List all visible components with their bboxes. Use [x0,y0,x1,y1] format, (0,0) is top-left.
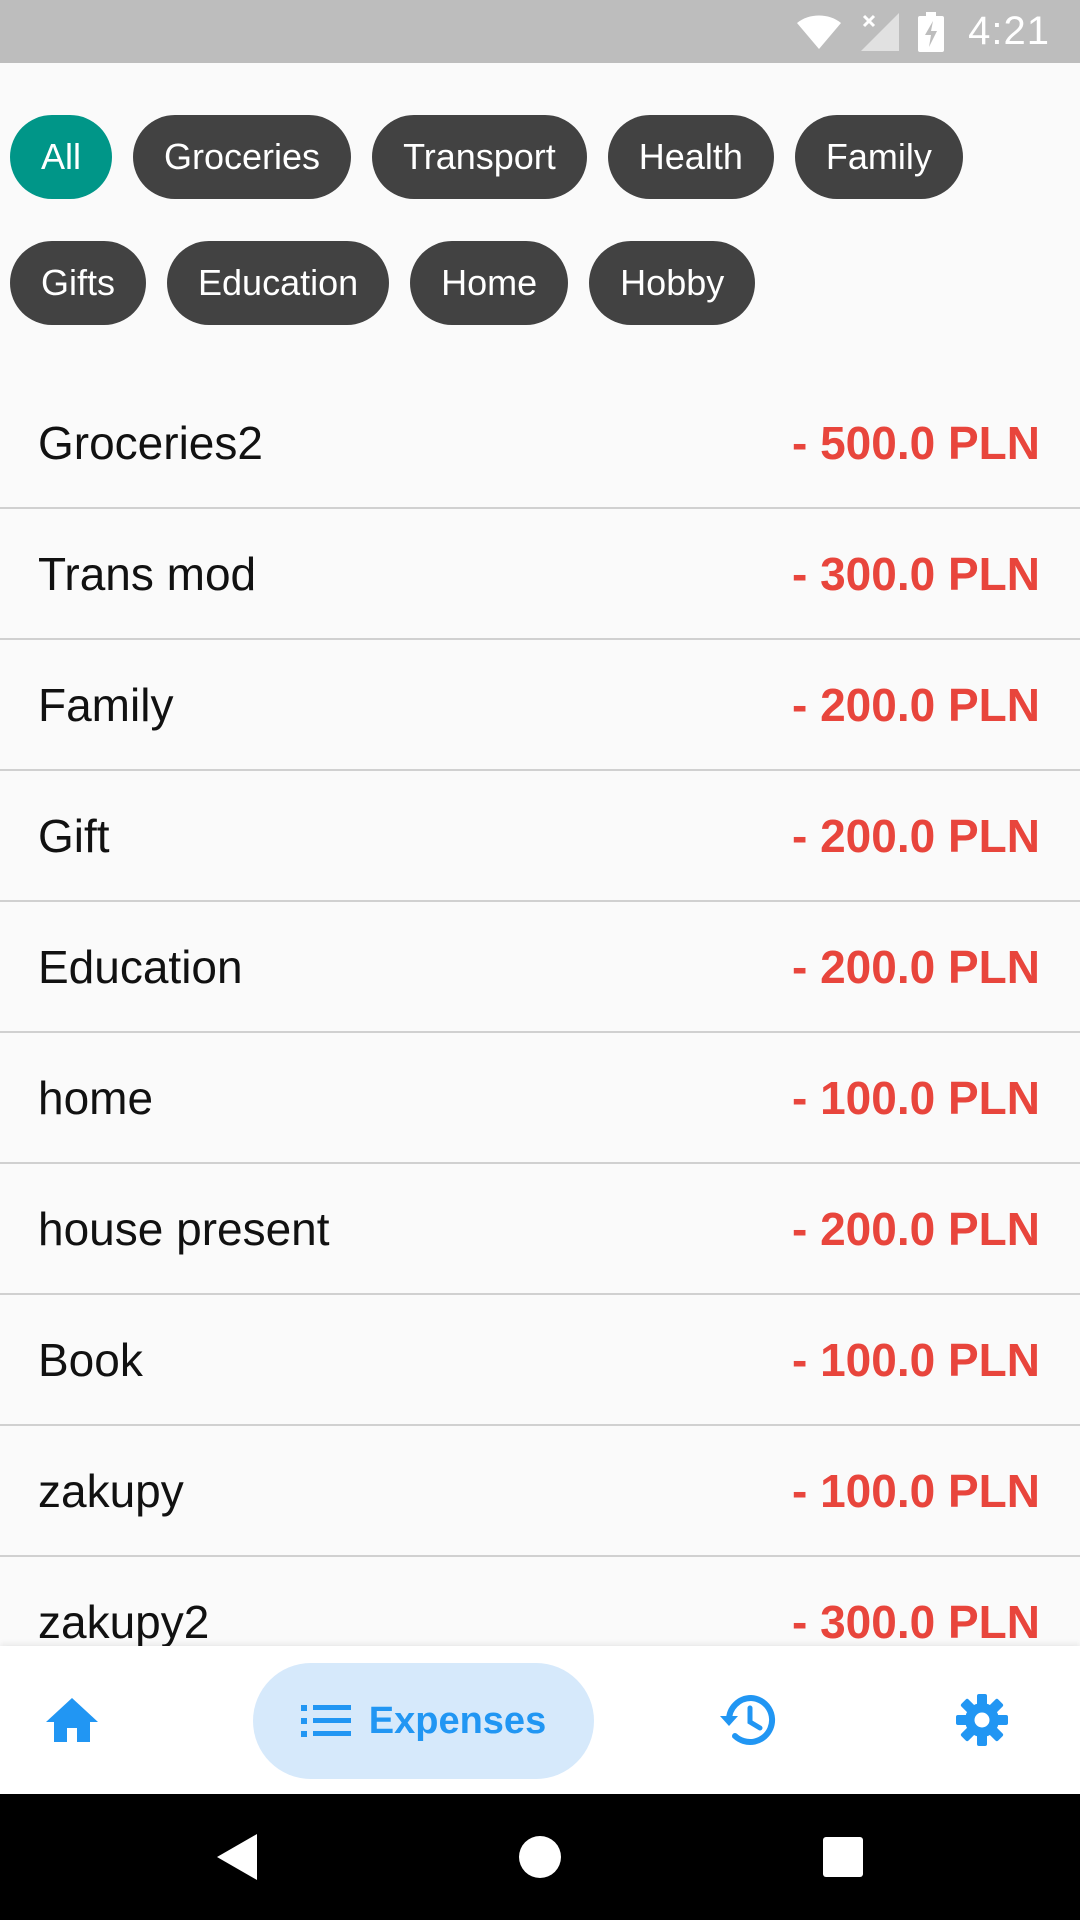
bottom-navigation: Expenses [0,1646,1080,1794]
expense-amount: - 300.0 PLN [792,1595,1040,1647]
expense-amount: - 100.0 PLN [792,1071,1040,1124]
filter-chip-gifts[interactable]: Gifts [10,241,147,325]
expense-name: house present [38,1202,330,1255]
expense-name: Education [38,940,243,993]
status-time: 4:21 [968,9,1050,53]
nav-expenses-label: Expenses [368,1699,547,1742]
home-circle-icon [519,1836,561,1878]
expense-amount: - 100.0 PLN [792,1464,1040,1517]
filter-chip-transport[interactable]: Transport [372,115,587,199]
wifi-icon [797,15,842,49]
filter-chip-hobby[interactable]: Hobby [589,241,756,325]
expenses-screen: 4:21 All Groceries Transport Health Family Gi… [0,0,1080,1920]
expense-amount: - 200.0 PLN [792,1202,1040,1255]
expense-name: zakupy [38,1464,184,1517]
filter-chip-all[interactable]: All [10,115,113,199]
expense-amount: - 200.0 PLN [792,809,1040,862]
system-back-button[interactable] [204,1824,270,1890]
category-filter-chips: All Groceries Transport Health Family Gifts Ed… [10,115,1070,325]
list-icon [300,1705,351,1737]
expense-name: Family [38,678,174,731]
nav-expenses-button[interactable]: Expenses [253,1663,594,1779]
expense-row[interactable]: zakupy - 100.0 PLN [0,1426,1080,1557]
expense-name: zakupy2 [38,1595,210,1647]
expense-row[interactable]: Gift - 200.0 PLN [0,771,1080,902]
system-recents-button[interactable] [810,1824,876,1890]
nav-settings-button[interactable] [940,1680,1024,1760]
expense-row[interactable]: home - 100.0 PLN [0,1033,1080,1164]
expense-amount: - 100.0 PLN [792,1333,1040,1386]
expense-amount: - 200.0 PLN [792,678,1040,731]
expense-name: home [38,1071,154,1124]
expense-row[interactable]: Education - 200.0 PLN [0,902,1080,1033]
expense-row[interactable]: Family - 200.0 PLN [0,640,1080,771]
system-navigation-bar [0,1794,1080,1920]
expense-name: Book [38,1333,143,1386]
expense-row[interactable]: house present - 200.0 PLN [0,1164,1080,1295]
filter-chip-groceries[interactable]: Groceries [133,115,352,199]
expense-amount: - 500.0 PLN [792,416,1040,469]
nav-home-button[interactable] [30,1680,114,1760]
gear-icon [956,1694,1008,1746]
nav-history-button[interactable] [707,1680,791,1760]
expense-row[interactable]: Groceries2 - 500.0 PLN [0,378,1080,509]
history-icon [720,1695,776,1745]
status-bar: 4:21 [0,0,1080,63]
home-icon [46,1698,98,1742]
expense-name: Groceries2 [38,416,263,469]
filter-chip-home[interactable]: Home [410,241,569,325]
back-triangle-icon [217,1834,257,1880]
expense-row[interactable]: zakupy2 - 300.0 PLN [0,1557,1080,1647]
filter-chip-family[interactable]: Family [794,115,963,199]
system-home-button[interactable] [507,1824,573,1890]
recents-square-icon [823,1837,863,1877]
expense-amount: - 300.0 PLN [792,547,1040,600]
filter-chip-health[interactable]: Health [607,115,774,199]
expense-list[interactable]: Groceries2 - 500.0 PLN Trans mod - 300.0 PL… [0,378,1080,1646]
expense-row[interactable]: Trans mod - 300.0 PLN [0,509,1080,640]
filter-chip-education[interactable]: Education [167,241,390,325]
battery-charging-icon [918,11,945,52]
expense-name: Trans mod [38,547,257,600]
expense-amount: - 200.0 PLN [792,940,1040,993]
expense-row[interactable]: Book - 100.0 PLN [0,1295,1080,1426]
expense-name: Gift [38,809,110,862]
no-signal-icon [861,12,900,51]
